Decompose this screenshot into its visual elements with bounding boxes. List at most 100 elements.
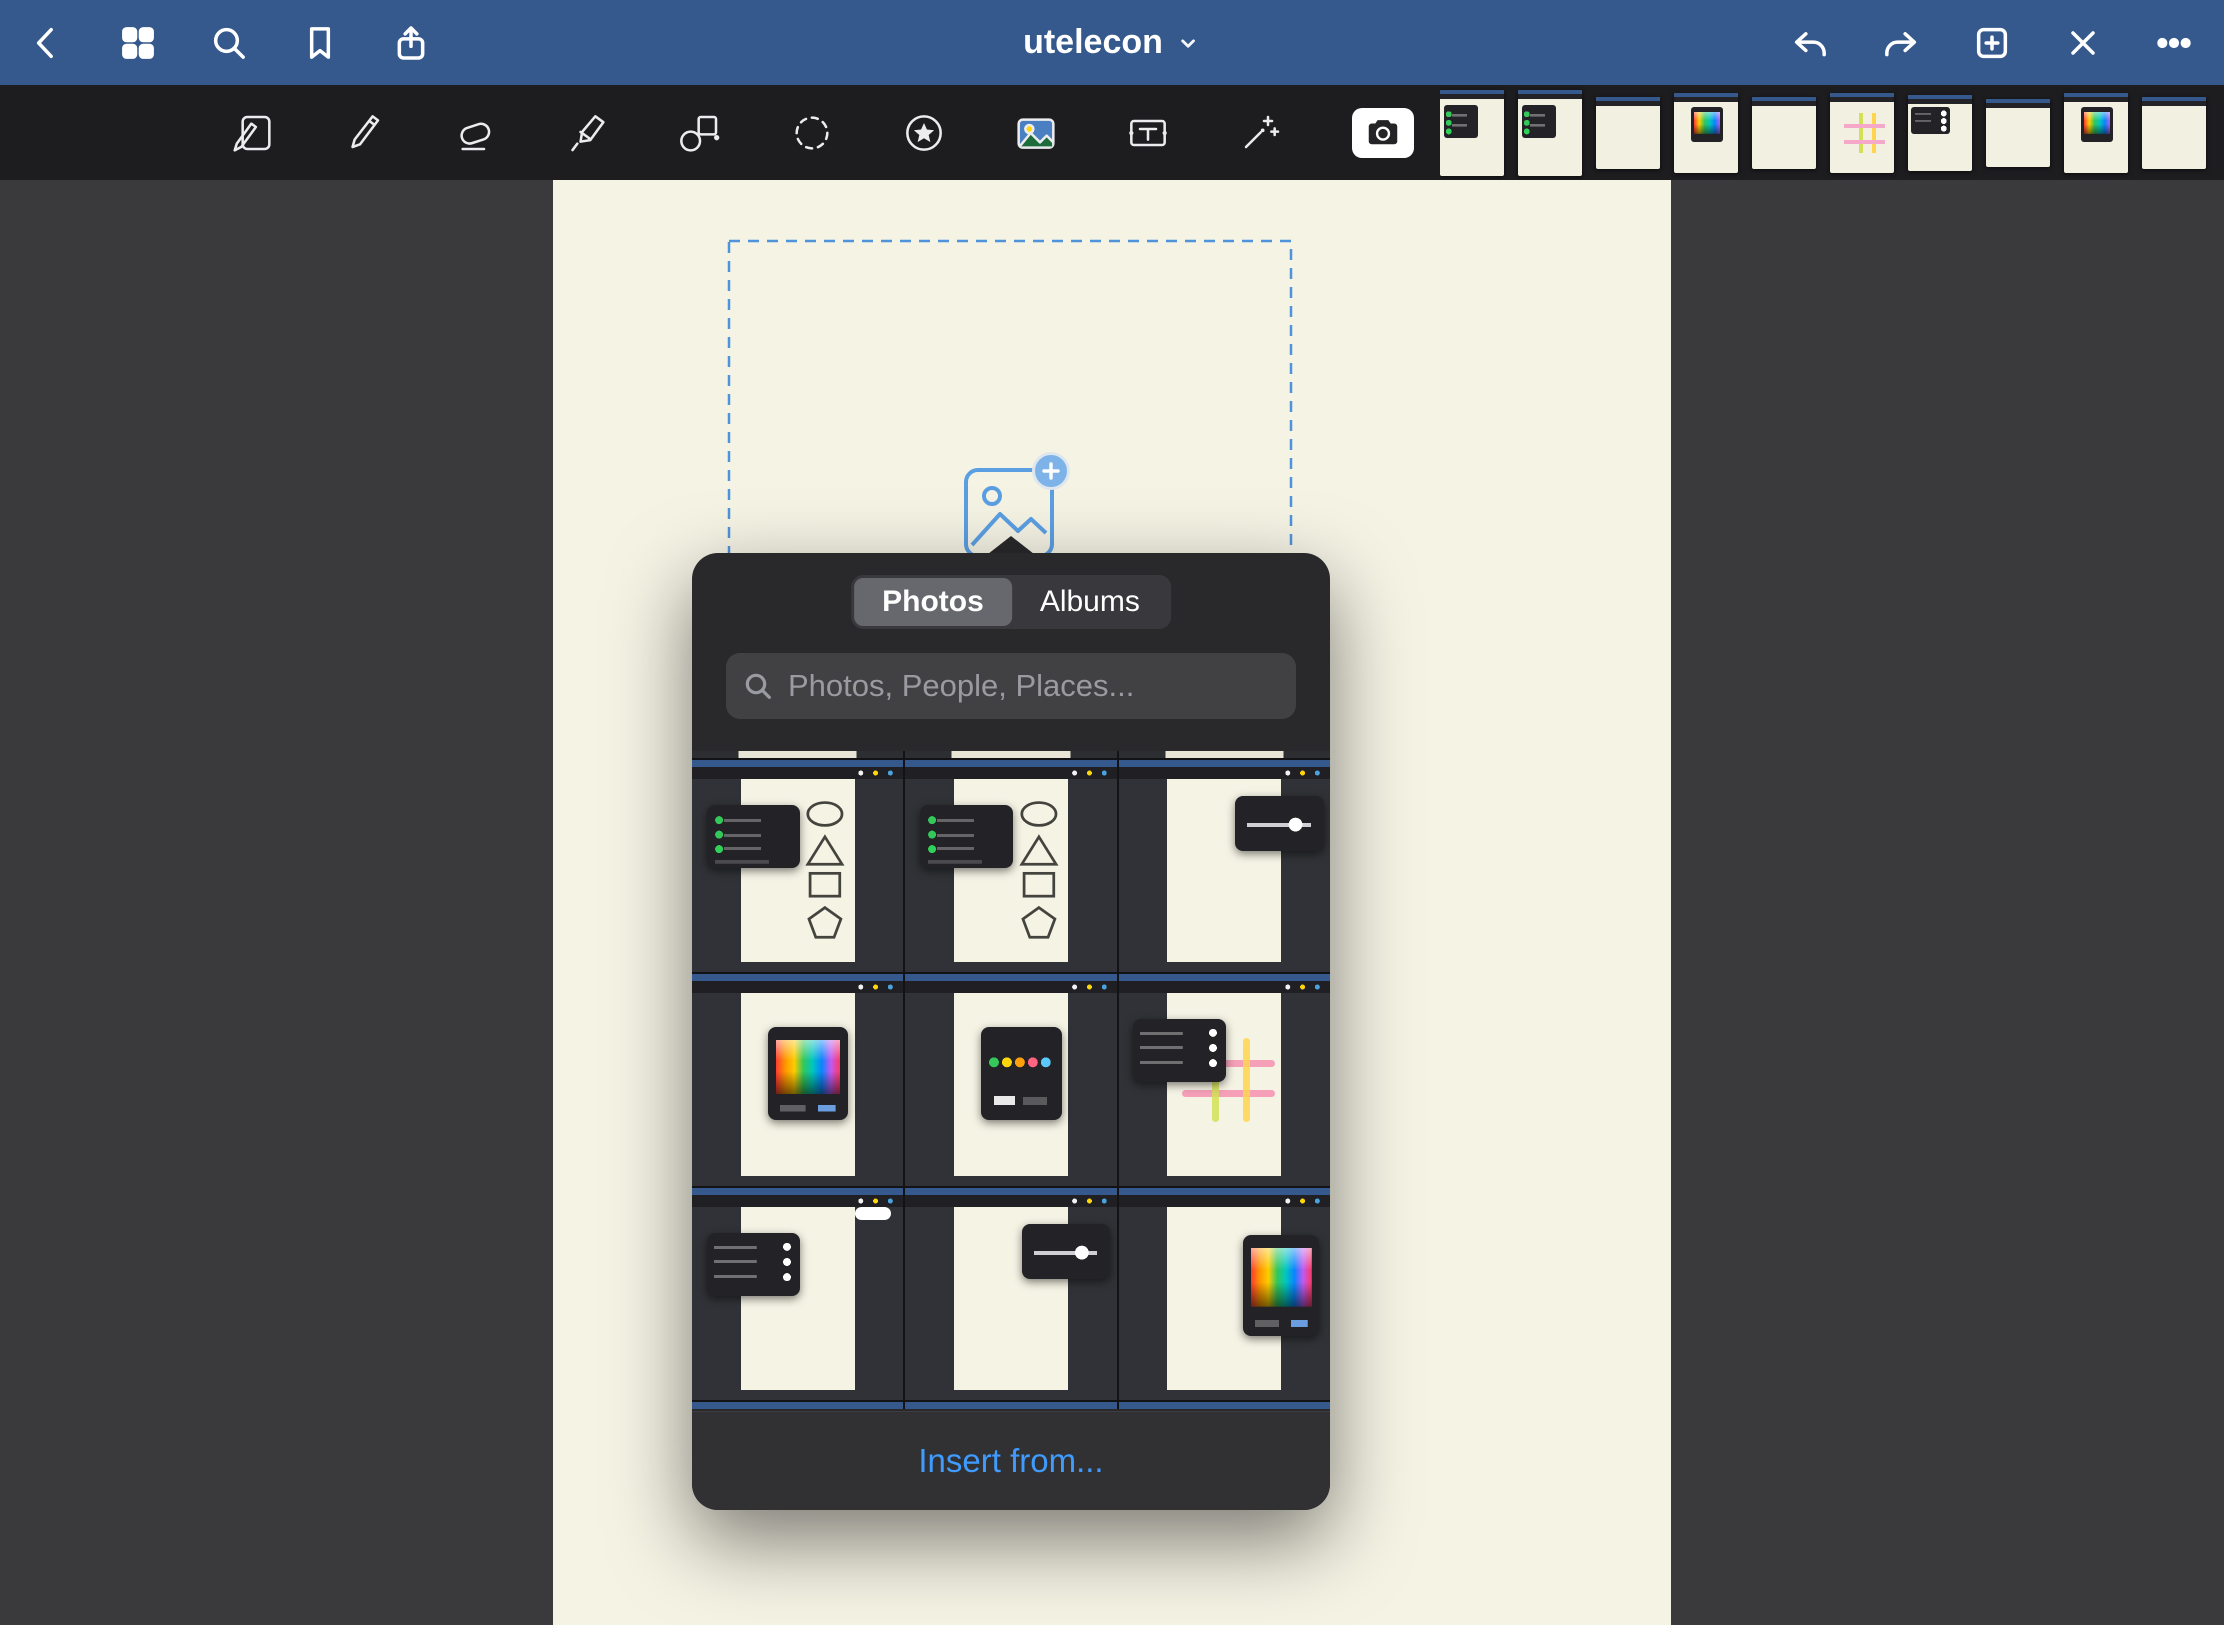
- more-button[interactable]: [2152, 21, 2196, 65]
- insert-from-label: Insert from...: [918, 1442, 1103, 1480]
- page-thumbnail-topbar: [1752, 97, 1816, 106]
- lasso-tool[interactable]: [788, 109, 836, 157]
- mini-topbar: [692, 760, 903, 767]
- camera-button[interactable]: [1352, 108, 1414, 158]
- mini-toolbar: [905, 981, 1116, 993]
- mini-toolbar: [905, 767, 1116, 779]
- document-title-dropdown[interactable]: utelecon: [1023, 0, 1201, 85]
- document-title: utelecon: [1023, 23, 1163, 62]
- popover-arrow: [988, 536, 1034, 554]
- back-icon: [27, 23, 67, 63]
- photo-thumbnail[interactable]: [692, 1188, 903, 1400]
- mini-toolbar: [692, 767, 903, 779]
- app-screen: utelecon: [0, 0, 2224, 1625]
- laser-pointer-icon: [1236, 109, 1284, 157]
- photos-popover: Photos Albums: [692, 553, 1330, 1510]
- page-thumbnail-content: [1444, 105, 1479, 138]
- image-tool-icon: [1012, 109, 1060, 157]
- mini-topbar: [692, 1188, 903, 1195]
- tab-albums[interactable]: Albums: [1012, 578, 1168, 626]
- add-page-icon: [1972, 23, 2012, 63]
- page-thumbnail[interactable]: [2142, 97, 2206, 169]
- photo-thumbnail[interactable]: [905, 1188, 1116, 1400]
- mini-topbar: [1119, 760, 1330, 767]
- page-thumbnail-content: [2081, 107, 2113, 142]
- mini-panel: [707, 1233, 800, 1297]
- page-thumbnail[interactable]: [1986, 99, 2050, 167]
- page-thumbnail[interactable]: [1830, 93, 1894, 173]
- shapes-icon: [676, 109, 724, 157]
- camera-icon: [1364, 114, 1402, 152]
- photo-thumbnail[interactable]: [1119, 974, 1330, 1186]
- photo-thumbnail[interactable]: [905, 760, 1116, 972]
- topbar-right-group: [1788, 0, 2196, 85]
- redo-button[interactable]: [1879, 21, 1923, 65]
- page-thumbnail-topbar: [2064, 93, 2128, 102]
- page-thumbnail-content: [1830, 93, 1894, 173]
- top-navigation-bar: utelecon: [0, 0, 2224, 85]
- mini-toolbar: [1119, 1195, 1330, 1207]
- shapes-tool[interactable]: [676, 109, 724, 157]
- photo-search-input[interactable]: [786, 667, 1280, 705]
- photo-thumbnail[interactable]: [692, 760, 903, 972]
- image-tool[interactable]: [1012, 109, 1060, 157]
- page-thumbnail-content: [1911, 107, 1949, 134]
- page-thumbnail[interactable]: [1440, 90, 1504, 176]
- pen-case-tool[interactable]: [228, 109, 276, 157]
- pen-tool[interactable]: [340, 109, 388, 157]
- page-thumbnail[interactable]: [1674, 93, 1738, 173]
- photo-thumbnail[interactable]: [1119, 1188, 1330, 1400]
- back-button[interactable]: [25, 21, 69, 65]
- laser-pointer-tool[interactable]: [1236, 109, 1284, 157]
- photo-grid: [692, 760, 1330, 1400]
- mini-shapes-art: [1003, 798, 1075, 946]
- mini-toolbar: [692, 981, 903, 993]
- share-button[interactable]: [389, 21, 433, 65]
- redo-icon: [1881, 23, 1921, 63]
- search-button[interactable]: [207, 21, 251, 65]
- eraser-tool[interactable]: [452, 109, 500, 157]
- photo-thumbnail[interactable]: [905, 974, 1116, 1186]
- popover-body: Photos Albums: [692, 553, 1330, 1510]
- elements-tool[interactable]: [900, 109, 948, 157]
- photo-grid-overflow-top: [692, 751, 1330, 758]
- mini-panel: [768, 1027, 848, 1120]
- mini-topbar: [692, 974, 903, 981]
- page-thumbnail-topbar: [1596, 97, 1660, 106]
- page-thumbnail[interactable]: [2064, 93, 2128, 173]
- mini-panel: [1235, 796, 1324, 851]
- mini-toolbar: [905, 1195, 1116, 1207]
- page-thumbnail[interactable]: [1596, 97, 1660, 169]
- undo-icon: [1790, 23, 1830, 63]
- mini-panel: [1243, 1235, 1319, 1337]
- mini-toolbar: [1119, 981, 1330, 993]
- mini-topbar: [905, 760, 1116, 767]
- mini-topbar: [905, 1188, 1116, 1195]
- page-thumbnail-topbar: [1908, 95, 1972, 104]
- drawing-toolbar: [0, 85, 2224, 180]
- add-image-badge[interactable]: [1032, 452, 1070, 490]
- add-page-button[interactable]: [1970, 21, 2014, 65]
- insert-from-button[interactable]: Insert from...: [692, 1411, 1330, 1510]
- photos-albums-segmented: Photos Albums: [851, 575, 1171, 629]
- bookmark-button[interactable]: [298, 21, 342, 65]
- exit-button[interactable]: [2061, 21, 2105, 65]
- chevron-down-icon: [1175, 30, 1201, 56]
- photo-search-field[interactable]: [726, 653, 1296, 719]
- lasso-icon: [788, 109, 836, 157]
- page-thumbnail-topbar: [1518, 90, 1582, 99]
- photo-thumbnail[interactable]: [692, 974, 903, 1186]
- tab-photos[interactable]: Photos: [854, 578, 1012, 626]
- page-thumbnail-topbar: [1986, 99, 2050, 108]
- photo-thumbnail[interactable]: [1119, 760, 1330, 972]
- page-thumbnail[interactable]: [1518, 90, 1582, 176]
- text-tool[interactable]: [1124, 109, 1172, 157]
- page-thumbnail[interactable]: [1908, 95, 1972, 171]
- page-thumbnail-content: [1691, 107, 1723, 142]
- thumbnails-button[interactable]: [116, 21, 160, 65]
- highlighter-tool[interactable]: [564, 109, 612, 157]
- undo-button[interactable]: [1788, 21, 1832, 65]
- page-thumbnail[interactable]: [1752, 97, 1816, 169]
- share-icon: [391, 23, 431, 63]
- mini-toolbar: [1119, 767, 1330, 779]
